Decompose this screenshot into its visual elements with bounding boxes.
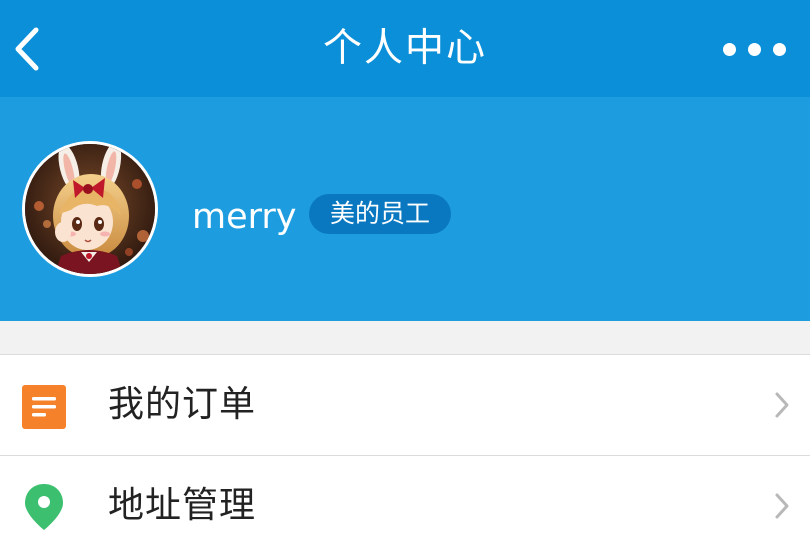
avatar[interactable] <box>22 141 158 277</box>
menu-item-address[interactable]: 地址管理 <box>0 456 810 540</box>
chevron-right-icon <box>775 493 789 519</box>
menu-item-orders[interactable]: 我的订单 <box>0 355 810 456</box>
username: merry <box>192 197 297 237</box>
back-button[interactable] <box>0 0 70 97</box>
page-title: 个人中心 <box>322 26 487 71</box>
menu-item-label: 地址管理 <box>108 485 257 526</box>
chevron-left-icon <box>15 27 39 71</box>
menu-list: 我的订单 地址管理 <box>0 354 810 540</box>
profile-header: merry 美的员工 <box>0 97 810 321</box>
employee-badge: 美的员工 <box>309 194 451 234</box>
top-nav-bar: 个人中心 <box>0 0 810 97</box>
more-button[interactable] <box>720 0 810 97</box>
avatar-image <box>25 144 155 274</box>
menu-item-label: 我的订单 <box>108 384 257 425</box>
location-pin-icon <box>25 484 63 530</box>
app-screen: 个人中心 merry 美的员工 我的订单 地址管理 <box>0 0 810 540</box>
order-list-icon <box>22 385 66 429</box>
chevron-right-icon <box>775 392 789 418</box>
